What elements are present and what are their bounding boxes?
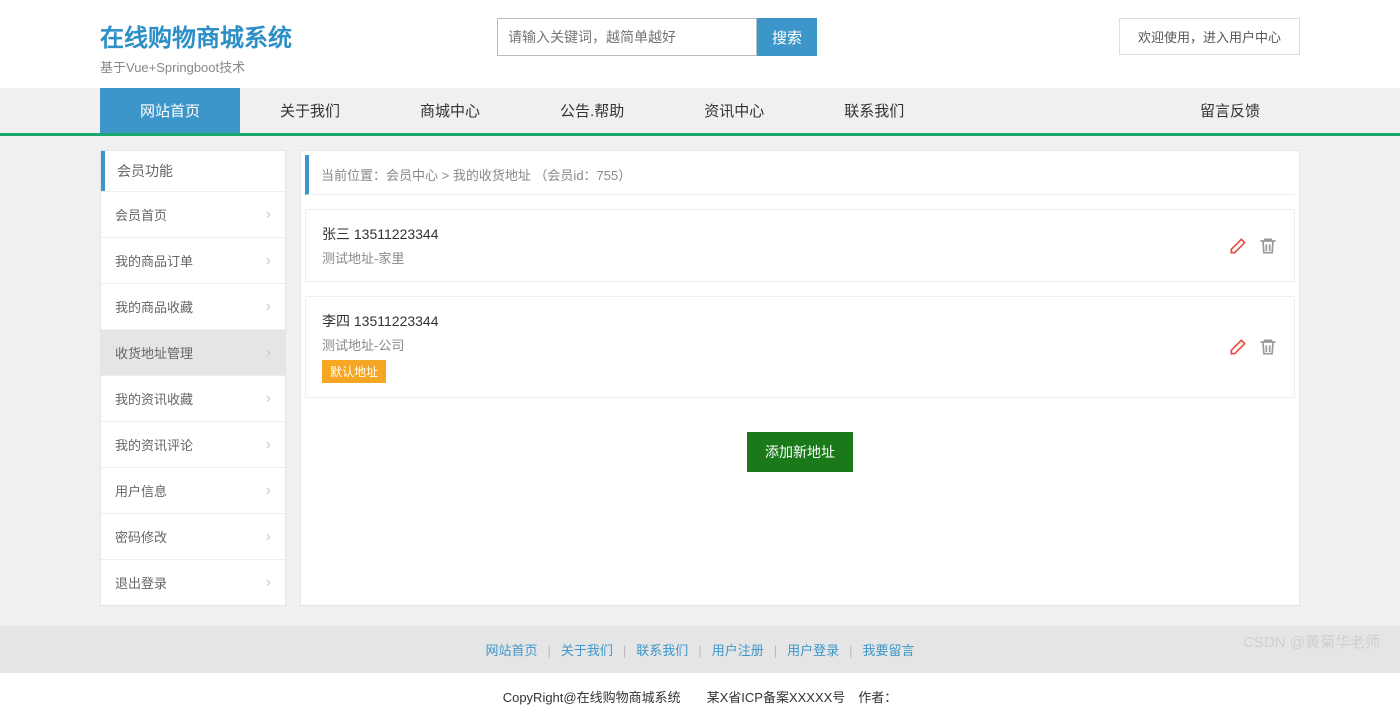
address-item: 张三 13511223344 测试地址-家里 [305, 209, 1295, 282]
content-area: 当前位置：会员中心 > 我的收货地址 （会员id：755） 张三 1351122… [300, 150, 1300, 606]
nav-mall[interactable]: 商城中心 [380, 88, 520, 133]
footer-link[interactable]: 我要留言 [863, 643, 915, 658]
copyright: CopyRight@在线购物商城系统 某X省ICP备案XXXXX号 作者： [0, 673, 1400, 726]
sidebar-item-label: 收货地址管理 [115, 343, 193, 362]
chevron-right-icon: › [266, 298, 271, 316]
address-info: 张三 13511223344 测试地址-家里 [322, 224, 1228, 267]
sidebar-item-label: 我的商品订单 [115, 251, 193, 270]
nav-feedback[interactable]: 留言反馈 [1160, 88, 1300, 133]
sidebar-item[interactable]: 收货地址管理 › [101, 329, 285, 375]
sidebar: 会员功能 会员首页›我的商品订单›我的商品收藏›收货地址管理›我的资讯收藏›我的… [100, 150, 286, 606]
address-detail: 测试地址-家里 [322, 248, 1228, 267]
sidebar-item[interactable]: 用户信息 › [101, 467, 285, 513]
sidebar-item-label: 我的商品收藏 [115, 297, 193, 316]
sidebar-item-label: 我的资讯评论 [115, 435, 193, 454]
chevron-right-icon: › [266, 436, 271, 454]
sidebar-item[interactable]: 我的商品收藏 › [101, 283, 285, 329]
nav-contact[interactable]: 联系我们 [804, 88, 944, 133]
breadcrumb: 当前位置：会员中心 > 我的收货地址 （会员id：755） [305, 155, 1295, 195]
sidebar-item[interactable]: 密码修改 › [101, 513, 285, 559]
search-input[interactable] [497, 18, 757, 56]
address-item: 李四 13511223344 测试地址-公司默认地址 [305, 296, 1295, 398]
user-center-button[interactable]: 欢迎使用，进入用户中心 [1119, 18, 1300, 55]
logo-area: 在线购物商城系统 基于Vue+Springboot技术 [100, 18, 292, 76]
chevron-right-icon: › [266, 206, 271, 224]
address-info: 李四 13511223344 测试地址-公司默认地址 [322, 311, 1228, 383]
sidebar-item-label: 密码修改 [115, 527, 167, 546]
chevron-right-icon: › [266, 252, 271, 270]
address-actions [1228, 236, 1278, 256]
sidebar-item[interactable]: 会员首页 › [101, 191, 285, 237]
default-badge: 默认地址 [322, 360, 386, 383]
search-button[interactable]: 搜索 [757, 18, 817, 56]
footer-link[interactable]: 关于我们 [561, 643, 613, 658]
sidebar-item-label: 用户信息 [115, 481, 167, 500]
sidebar-title: 会员功能 [101, 151, 285, 191]
edit-icon[interactable] [1228, 236, 1248, 256]
sidebar-item[interactable]: 我的商品订单 › [101, 237, 285, 283]
footer-link[interactable]: 用户注册 [712, 643, 764, 658]
sidebar-item-label: 我的资讯收藏 [115, 389, 193, 408]
chevron-right-icon: › [266, 344, 271, 362]
sidebar-item-label: 会员首页 [115, 205, 167, 224]
address-detail: 测试地址-公司 [322, 335, 1228, 354]
nav-home[interactable]: 网站首页 [100, 88, 240, 133]
separator: | [849, 643, 852, 658]
chevron-right-icon: › [266, 528, 271, 546]
sidebar-item[interactable]: 我的资讯评论 › [101, 421, 285, 467]
footer-link[interactable]: 网站首页 [485, 643, 537, 658]
separator: | [623, 643, 626, 658]
add-address-button[interactable]: 添加新地址 [747, 432, 853, 472]
site-subtitle: 基于Vue+Springboot技术 [100, 57, 292, 76]
watermark: CSDN @黄菊华老师 [1243, 631, 1380, 652]
address-actions [1228, 337, 1278, 357]
footer-link[interactable]: 用户登录 [787, 643, 839, 658]
trash-icon[interactable] [1258, 337, 1278, 357]
separator: | [698, 643, 701, 658]
footer-links: 网站首页 | 关于我们 | 联系我们 | 用户注册 | 用户登录 | 我要留言 [0, 626, 1400, 673]
sidebar-item[interactable]: 退出登录 › [101, 559, 285, 605]
sidebar-item-label: 退出登录 [115, 573, 167, 592]
sidebar-item[interactable]: 我的资讯收藏 › [101, 375, 285, 421]
address-name-phone: 李四 13511223344 [322, 311, 1228, 331]
site-title: 在线购物商城系统 [100, 18, 292, 53]
separator: | [547, 643, 550, 658]
nav-news[interactable]: 资讯中心 [664, 88, 804, 133]
edit-icon[interactable] [1228, 337, 1248, 357]
separator: | [774, 643, 777, 658]
main-nav: 网站首页 关于我们 商城中心 公告.帮助 资讯中心 联系我们 留言反馈 [0, 88, 1400, 136]
address-name-phone: 张三 13511223344 [322, 224, 1228, 244]
nav-help[interactable]: 公告.帮助 [520, 88, 664, 133]
chevron-right-icon: › [266, 390, 271, 408]
chevron-right-icon: › [266, 482, 271, 500]
trash-icon[interactable] [1258, 236, 1278, 256]
footer-link[interactable]: 联系我们 [636, 643, 688, 658]
chevron-right-icon: › [266, 574, 271, 592]
nav-about[interactable]: 关于我们 [240, 88, 380, 133]
